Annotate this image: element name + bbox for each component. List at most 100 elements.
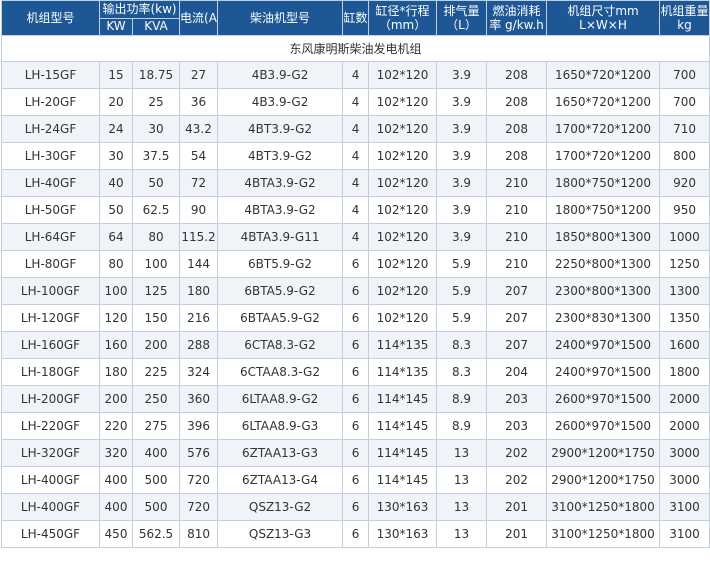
cell-displacement: 5.9 bbox=[436, 277, 488, 305]
cell-fuel-consumption: 202 bbox=[486, 466, 548, 494]
cell-current: 27 bbox=[179, 61, 219, 89]
cell-displacement: 8.3 bbox=[436, 331, 488, 359]
header-displacement-line2: （L） bbox=[446, 18, 477, 32]
cell-bore-stroke: 114*145 bbox=[368, 466, 438, 494]
header-fuel-line2: 率 g/kw.h bbox=[489, 18, 544, 32]
cell-weight: 2000 bbox=[659, 412, 710, 440]
header-fuel-consumption: 燃油消耗 率 g/kw.h bbox=[486, 0, 548, 36]
header-model: 机组型号 bbox=[1, 0, 100, 36]
cell-cylinders: 6 bbox=[342, 466, 370, 494]
cell-displacement: 3.9 bbox=[436, 88, 488, 116]
cell-cylinders: 4 bbox=[342, 223, 370, 251]
cell-fuel-consumption: 208 bbox=[486, 115, 548, 143]
cell-cylinders: 6 bbox=[342, 520, 370, 548]
cell-weight: 1000 bbox=[659, 223, 710, 251]
cell-current: 396 bbox=[179, 412, 219, 440]
cell-kva: 125 bbox=[131, 277, 181, 305]
header-bore-stroke-line1: 缸径*行程 bbox=[375, 4, 430, 18]
cell-kw: 220 bbox=[99, 412, 133, 440]
cell-weight: 2000 bbox=[659, 385, 710, 413]
cell-cylinders: 4 bbox=[342, 88, 370, 116]
cell-kw: 450 bbox=[99, 520, 133, 548]
cell-bore-stroke: 102*120 bbox=[368, 196, 438, 224]
table-row: LH-400GF 400 500 720 6ZTAA13-G4 6 114*145 13 202… bbox=[1, 466, 710, 494]
cell-fuel-consumption: 208 bbox=[486, 88, 548, 116]
cell-kw: 24 bbox=[99, 115, 133, 143]
cell-current: 180 bbox=[179, 277, 219, 305]
header-output-power: 输出功率(kw) bbox=[98, 0, 181, 19]
cell-kw: 40 bbox=[99, 169, 133, 197]
cell-kw: 64 bbox=[99, 223, 133, 251]
header-current: 电流(A) bbox=[179, 0, 219, 36]
cell-bore-stroke: 114*145 bbox=[368, 439, 438, 467]
cell-current: 43.2 bbox=[179, 115, 219, 143]
cell-engine-model: 4BT3.9-G2 bbox=[217, 115, 344, 143]
cell-engine-model: 6CTA8.3-G2 bbox=[217, 331, 344, 359]
header-weight: 机组重量 kg bbox=[659, 0, 710, 36]
cell-model: LH-40GF bbox=[1, 169, 100, 197]
cell-model: LH-400GF bbox=[1, 493, 100, 521]
cell-engine-model: 6CTAA8.3-G2 bbox=[217, 358, 344, 386]
table-row: LH-120GF 120 150 216 6BTAA5.9-G2 6 102*120 5.9 2… bbox=[1, 304, 710, 332]
table-row: LH-400GF 400 500 720 QSZ13-G2 6 130*163 13 201 31… bbox=[1, 493, 710, 521]
cell-displacement: 13 bbox=[436, 493, 488, 521]
cell-kw: 80 bbox=[99, 250, 133, 278]
cell-current: 810 bbox=[179, 520, 219, 548]
cell-fuel-consumption: 203 bbox=[486, 385, 548, 413]
header-weight-line1: 机组重量 bbox=[660, 4, 709, 18]
cell-kw: 30 bbox=[99, 142, 133, 170]
cell-fuel-consumption: 207 bbox=[486, 277, 548, 305]
cell-kw: 15 bbox=[99, 61, 133, 89]
cell-cylinders: 4 bbox=[342, 61, 370, 89]
cell-bore-stroke: 102*120 bbox=[368, 250, 438, 278]
cell-current: 324 bbox=[179, 358, 219, 386]
table-row: LH-24GF 24 30 43.2 4BT3.9-G2 4 102*120 3.9 208 17… bbox=[1, 115, 710, 143]
cell-current: 144 bbox=[179, 250, 219, 278]
cell-displacement: 3.9 bbox=[436, 196, 488, 224]
cell-engine-model: 4B3.9-G2 bbox=[217, 61, 344, 89]
cell-engine-model: 6BT5.9-G2 bbox=[217, 250, 344, 278]
cell-engine-model: 4BTA3.9-G11 bbox=[217, 223, 344, 251]
cell-kva: 225 bbox=[131, 358, 181, 386]
cell-fuel-consumption: 204 bbox=[486, 358, 548, 386]
cell-engine-model: 4BTA3.9-G2 bbox=[217, 169, 344, 197]
cell-weight: 1600 bbox=[659, 331, 710, 359]
cell-bore-stroke: 102*120 bbox=[368, 88, 438, 116]
cell-kva: 62.5 bbox=[131, 196, 181, 224]
cell-weight: 700 bbox=[659, 61, 710, 89]
table-row: LH-80GF 80 100 144 6BT5.9-G2 6 102*120 5.9 210 22… bbox=[1, 250, 710, 278]
table-row: LH-15GF 15 18.75 27 4B3.9-G2 4 102*120 3.9 208 16… bbox=[1, 61, 710, 89]
header-kva: KVA bbox=[131, 17, 181, 36]
header-kw: KW bbox=[99, 17, 133, 36]
cell-kva: 25 bbox=[131, 88, 181, 116]
cell-engine-model: 6BTAA5.9-G2 bbox=[217, 304, 344, 332]
cell-current: 36 bbox=[179, 88, 219, 116]
cell-kva: 200 bbox=[131, 331, 181, 359]
cell-weight: 800 bbox=[659, 142, 710, 170]
header-displacement-line1: 排气量 bbox=[443, 4, 480, 18]
cell-model: LH-80GF bbox=[1, 250, 100, 278]
generator-spec-table: 机组型号 输出功率(kw) 电流(A) 柴油机型号 缸数 缸径*行程 （mm） … bbox=[0, 0, 710, 548]
cell-engine-model: 6ZTAA13-G4 bbox=[217, 466, 344, 494]
cell-dimensions: 2400*970*1500 bbox=[546, 331, 661, 359]
cell-model: LH-15GF bbox=[1, 61, 100, 89]
header-engine-model: 柴油机型号 bbox=[217, 0, 344, 36]
cell-engine-model: 6LTAA8.9-G3 bbox=[217, 412, 344, 440]
cell-cylinders: 4 bbox=[342, 196, 370, 224]
cell-model: LH-120GF bbox=[1, 304, 100, 332]
cell-dimensions: 3100*1250*1800 bbox=[546, 520, 661, 548]
cell-kva: 500 bbox=[131, 466, 181, 494]
cell-weight: 3100 bbox=[659, 520, 710, 548]
cell-engine-model: 6ZTAA13-G3 bbox=[217, 439, 344, 467]
cell-kw: 50 bbox=[99, 196, 133, 224]
cell-kva: 275 bbox=[131, 412, 181, 440]
cell-weight: 1350 bbox=[659, 304, 710, 332]
cell-dimensions: 1700*720*1200 bbox=[546, 115, 661, 143]
cell-displacement: 13 bbox=[436, 466, 488, 494]
cell-cylinders: 6 bbox=[342, 439, 370, 467]
cell-dimensions: 2600*970*1500 bbox=[546, 412, 661, 440]
cell-fuel-consumption: 210 bbox=[486, 223, 548, 251]
cell-current: 720 bbox=[179, 493, 219, 521]
cell-fuel-consumption: 207 bbox=[486, 331, 548, 359]
cell-kva: 250 bbox=[131, 385, 181, 413]
